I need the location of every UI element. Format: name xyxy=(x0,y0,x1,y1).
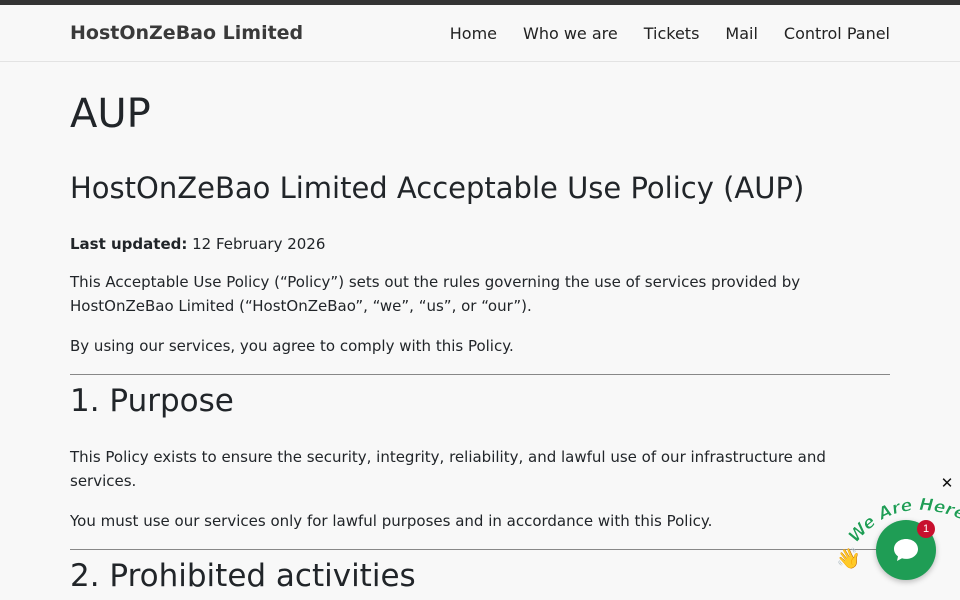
last-updated-value: 12 February 2026 xyxy=(187,235,326,253)
chat-unread-badge: 1 xyxy=(917,520,935,538)
brand-link[interactable]: HostOnZeBao Limited xyxy=(70,22,303,44)
waving-hand-icon: 👋 xyxy=(836,546,861,570)
nav-control-panel[interactable]: Control Panel xyxy=(784,24,890,43)
section-divider xyxy=(70,374,890,375)
nav-mail[interactable]: Mail xyxy=(725,24,758,43)
nav-links: Home Who we are Tickets Mail Control Pan… xyxy=(450,24,890,43)
nav-home[interactable]: Home xyxy=(450,24,497,43)
last-updated: Last updated: 12 February 2026 xyxy=(70,232,890,256)
intro-paragraph: This Acceptable Use Policy (“Policy”) se… xyxy=(70,273,801,315)
purpose-paragraph-2: You must use our services only for lawfu… xyxy=(70,512,713,530)
nav-tickets[interactable]: Tickets xyxy=(644,24,700,43)
agree-paragraph: By using our services, you agree to comp… xyxy=(70,337,514,355)
chat-close-icon[interactable]: ✕ xyxy=(939,474,955,492)
chat-bubble-icon xyxy=(894,539,918,561)
section-heading-prohibited: 2. Prohibited activities xyxy=(70,558,416,594)
page-title: AUP xyxy=(70,91,151,137)
navbar: HostOnZeBao Limited Home Who we are Tick… xyxy=(0,5,960,62)
policy-title: HostOnZeBao Limited Acceptable Use Polic… xyxy=(70,171,805,205)
purpose-paragraph-1: This Policy exists to ensure the securit… xyxy=(70,448,826,490)
section-divider xyxy=(70,549,890,550)
main-content: AUP HostOnZeBao Limited Acceptable Use P… xyxy=(0,90,960,596)
section-heading-purpose: 1. Purpose xyxy=(70,383,234,419)
last-updated-label: Last updated: xyxy=(70,235,188,253)
nav-who-we-are[interactable]: Who we are xyxy=(523,24,618,43)
